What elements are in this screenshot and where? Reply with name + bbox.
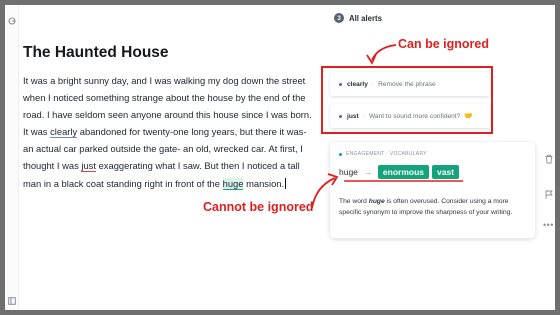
more-icon[interactable]: ••• xyxy=(543,220,554,230)
alert-dot-icon xyxy=(339,82,342,86)
desc-text-a: The word xyxy=(339,198,369,205)
text-cursor xyxy=(285,177,287,189)
category-dot-icon xyxy=(339,152,342,156)
suggestion-row: huge → enormous vast xyxy=(339,165,462,179)
alert-word: clearly xyxy=(347,80,368,88)
flagged-word-huge[interactable]: huge xyxy=(222,177,244,190)
alert-card-clearly[interactable]: clearly · Remove the phrase xyxy=(330,72,490,96)
suggestion-button-enormous[interactable]: enormous xyxy=(377,165,430,179)
annotation-label-ignorable: Can be ignored xyxy=(398,37,489,51)
suggestion-button-vast[interactable]: vast xyxy=(432,165,460,179)
alert-separator: · xyxy=(362,112,365,120)
flagged-word-clearly[interactable]: clearly xyxy=(50,126,78,139)
alerts-header: 3 All alerts xyxy=(334,13,382,23)
trash-icon[interactable] xyxy=(544,151,554,164)
arrow-right-icon: → xyxy=(363,167,372,177)
suggestion-card-huge[interactable]: ENGAGEMENT · VOCABULARY huge → enormous … xyxy=(330,142,535,238)
card-description: The word huge is often overused. Conside… xyxy=(339,196,529,218)
alert-card-just[interactable]: just · Want to sound more confident? 🤝 xyxy=(330,104,490,128)
document-title[interactable]: The Haunted House xyxy=(23,44,169,62)
desc-emphasis: huge xyxy=(368,198,385,205)
sidebar-bottom-icon[interactable] xyxy=(8,297,16,305)
annotation-label-not-ignorable: Cannot be ignored xyxy=(203,200,314,214)
alert-description: Remove the phrase xyxy=(378,80,436,88)
grammarly-g-icon[interactable] xyxy=(8,17,16,25)
flagged-word-just[interactable]: just xyxy=(81,160,96,173)
card-category: ENGAGEMENT · VOCABULARY xyxy=(339,151,427,157)
alert-word: just xyxy=(347,112,359,120)
category-label: ENGAGEMENT · VOCABULARY xyxy=(346,151,427,157)
body-text-4: mansion. xyxy=(243,177,285,189)
handshake-emoji-icon: 🤝 xyxy=(464,113,474,120)
alerts-title: All alerts xyxy=(349,13,382,23)
document-body[interactable]: It was a bright sunny day, and I was wal… xyxy=(23,72,313,192)
flag-icon[interactable] xyxy=(545,186,553,199)
alerts-count-badge: 3 xyxy=(334,13,344,23)
original-word: huge xyxy=(339,167,358,177)
alert-description: Want to sound more confident? xyxy=(368,112,461,120)
alert-dot-icon xyxy=(339,114,342,118)
alert-separator: · xyxy=(371,80,375,88)
left-rail xyxy=(5,5,19,310)
